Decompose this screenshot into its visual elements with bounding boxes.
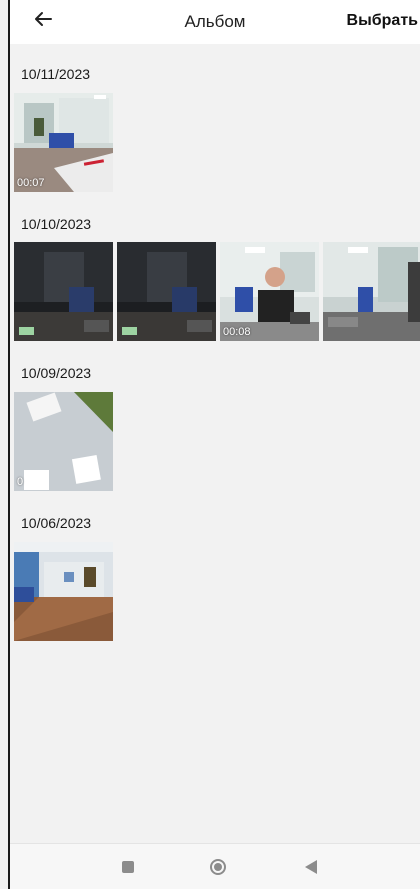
- select-button[interactable]: Выбрать: [347, 12, 418, 30]
- app-header: Альбом Выбрать: [10, 0, 420, 44]
- video-duration: 00:07: [17, 177, 45, 189]
- home-button[interactable]: [208, 857, 228, 877]
- date-label: 10/06/2023: [21, 515, 92, 531]
- video-thumbnail[interactable]: 0: [14, 392, 113, 491]
- office-photo: [323, 242, 420, 341]
- ceiling-photo: [14, 392, 113, 491]
- video-thumbnail[interactable]: 00:07: [14, 93, 113, 192]
- system-back-button[interactable]: [301, 857, 321, 877]
- video-duration: 0: [17, 476, 24, 488]
- date-label: 10/09/2023: [21, 365, 92, 381]
- video-thumbnail[interactable]: [117, 242, 216, 341]
- album-content: 10/11/2023 00:07 10/10/2023 00:08 10/09/…: [10, 44, 420, 844]
- video-thumbnail[interactable]: [14, 542, 113, 641]
- dark-office-photo: [117, 242, 216, 341]
- system-nav-bar: [10, 843, 420, 889]
- dark-office-photo: [14, 242, 113, 341]
- date-label: 10/10/2023: [21, 216, 92, 232]
- video-thumbnail[interactable]: [14, 242, 113, 341]
- video-duration: 00:08: [223, 326, 251, 338]
- date-label: 10/11/2023: [21, 66, 91, 82]
- video-thumbnail[interactable]: [323, 242, 420, 341]
- meeting-room-photo: [14, 542, 113, 641]
- square-icon: [122, 861, 134, 873]
- video-thumbnail[interactable]: 00:08: [220, 242, 319, 341]
- circle-icon: [210, 859, 226, 875]
- triangle-back-icon: [305, 860, 317, 874]
- recent-apps-button[interactable]: [118, 857, 138, 877]
